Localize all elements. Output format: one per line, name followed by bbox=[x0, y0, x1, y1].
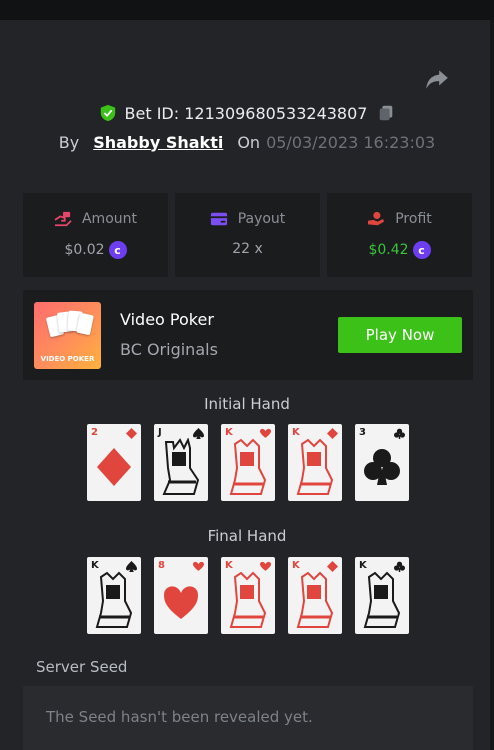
bet-id: Bet ID: 121309680533243807 bbox=[124, 103, 368, 123]
payout-label: Payout bbox=[237, 211, 286, 227]
username-link[interactable]: Shabby Shakti bbox=[93, 133, 223, 152]
card-8-heart: 8 bbox=[154, 557, 208, 634]
card-3-club: 3 bbox=[355, 424, 409, 501]
copy-icon[interactable] bbox=[377, 104, 395, 122]
card-2-diamond: 2 bbox=[87, 424, 141, 501]
play-now-button[interactable]: Play Now bbox=[338, 317, 462, 353]
profit-value: $0.42 bbox=[368, 242, 409, 258]
card-k-diamond: K bbox=[288, 424, 342, 501]
profit-label: Profit bbox=[395, 211, 432, 227]
card-k-club: K bbox=[355, 557, 409, 634]
final-hand-title: Final Hand bbox=[207, 527, 287, 545]
amount-stat: Amount $0.02 c bbox=[23, 193, 168, 277]
coin-icon: c bbox=[412, 241, 431, 259]
game-panel: VIDEO POKER Video Poker BC Originals Pla… bbox=[23, 290, 473, 380]
bet-byline: By Shabby Shakti On 05/03/2023 16:23:03 bbox=[0, 130, 494, 154]
card-k-heart: K bbox=[221, 557, 275, 634]
server-seed-title: Server Seed bbox=[36, 658, 128, 676]
bet-id-row: Bet ID: 121309680533243807 bbox=[0, 100, 494, 126]
card-k-diamond: K bbox=[288, 557, 342, 634]
payout-stat: Payout 22 x bbox=[175, 193, 320, 277]
top-bar bbox=[0, 0, 494, 20]
card-k-spade: K bbox=[87, 557, 141, 634]
server-seed-text: The Seed hasn't been revealed yet. bbox=[46, 708, 313, 726]
profit-stat: Profit $0.42 c bbox=[327, 193, 472, 277]
shield-check-icon bbox=[100, 104, 115, 122]
on-label: On bbox=[237, 132, 261, 152]
profit-icon bbox=[368, 211, 385, 226]
game-thumbnail[interactable]: VIDEO POKER bbox=[34, 302, 101, 369]
card-k-heart: K bbox=[221, 424, 275, 501]
by-label: By bbox=[58, 132, 80, 152]
game-subtitle: BC Originals bbox=[120, 340, 218, 359]
bet-datetime: 05/03/2023 16:23:03 bbox=[266, 132, 436, 152]
share-icon[interactable] bbox=[424, 66, 450, 92]
amount-value: $0.02 bbox=[64, 242, 105, 258]
game-title: Video Poker bbox=[120, 310, 214, 329]
amount-label: Amount bbox=[81, 211, 137, 227]
amount-icon bbox=[54, 211, 72, 227]
server-seed-box: The Seed hasn't been revealed yet. bbox=[23, 686, 473, 750]
thumbnail-label: VIDEO POKER bbox=[40, 355, 95, 363]
card-icon bbox=[210, 212, 227, 226]
card-j-spade: J bbox=[154, 424, 208, 501]
initial-hand-title: Initial Hand bbox=[204, 395, 290, 413]
payout-value: 22 x bbox=[232, 241, 263, 257]
coin-icon: c bbox=[108, 241, 127, 259]
